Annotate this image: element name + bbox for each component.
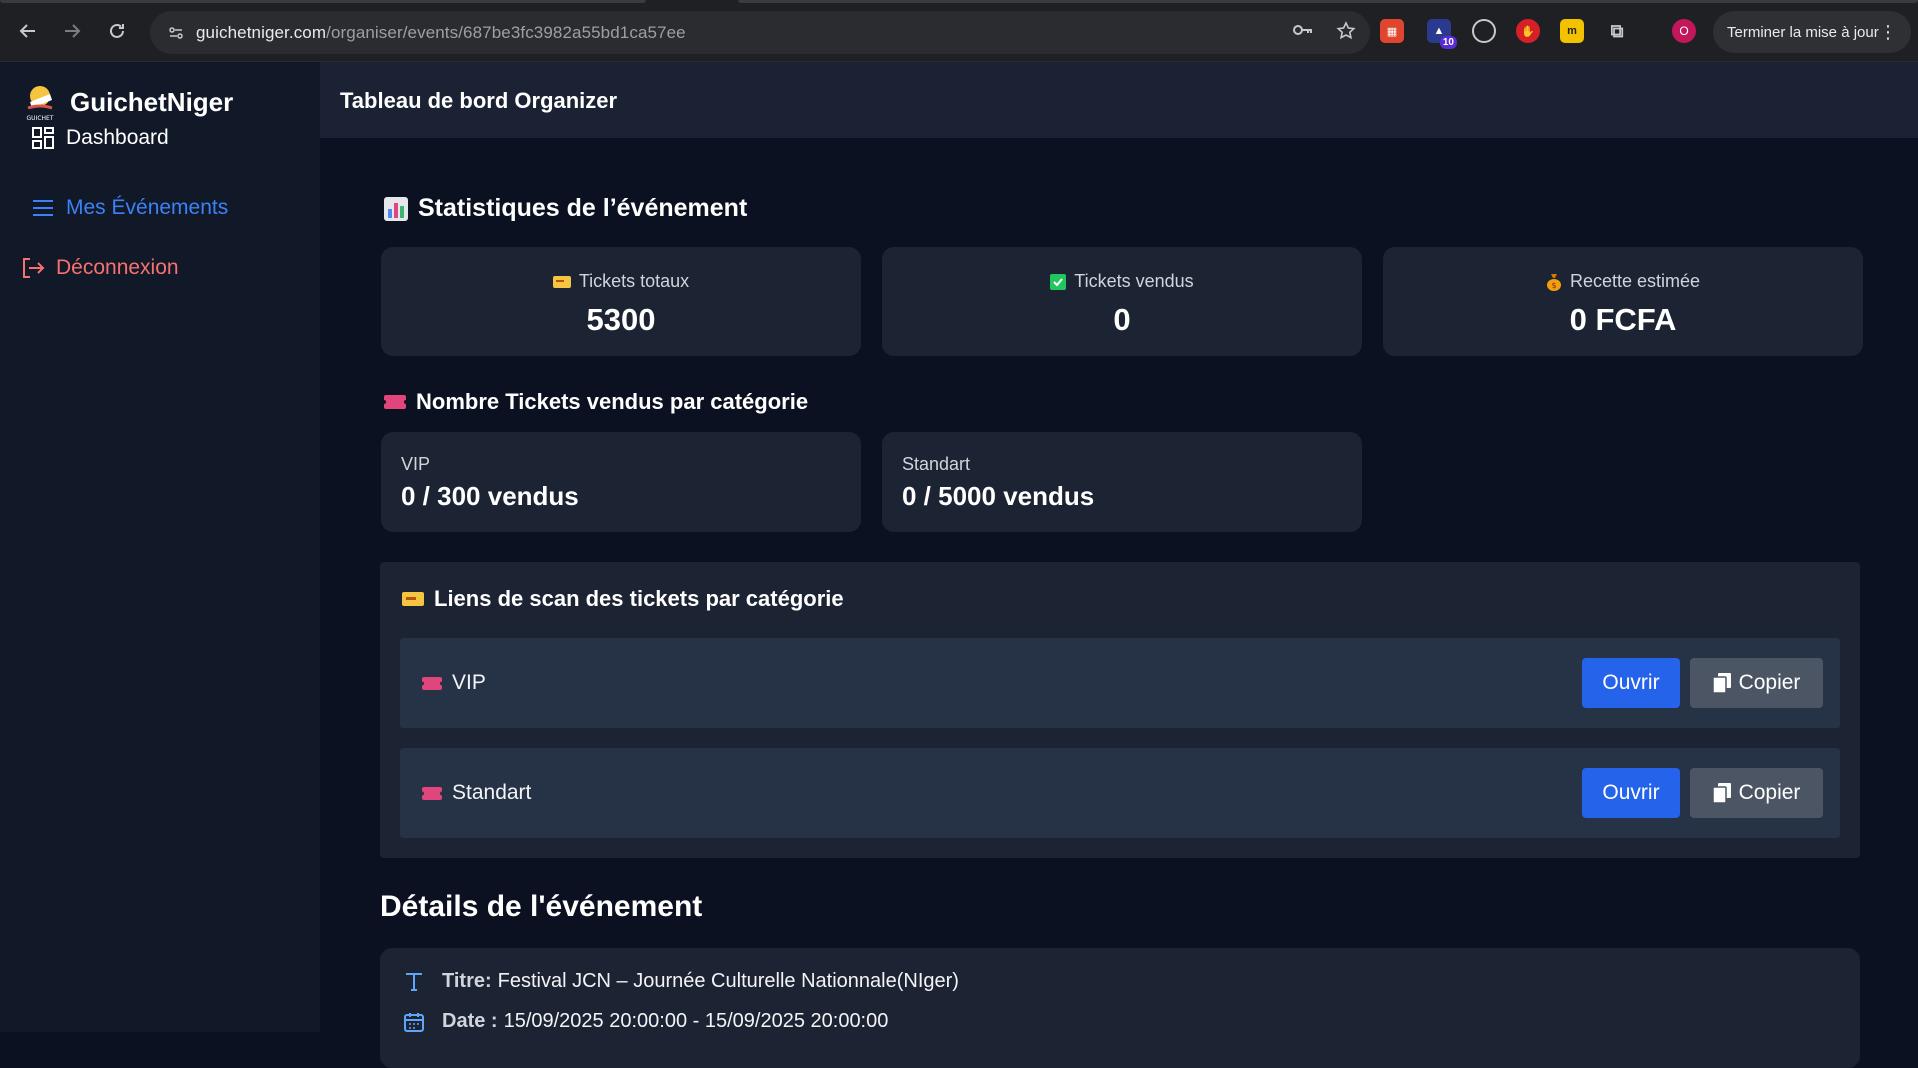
bar-chart-icon: [384, 196, 408, 221]
profile-avatar[interactable]: O: [1672, 19, 1696, 43]
sidebar-item-label: Déconnexion: [56, 256, 179, 279]
extension-target-icon[interactable]: [1472, 19, 1496, 43]
scan-link-label: VIP: [452, 671, 486, 694]
category-name: Standart: [902, 454, 971, 474]
detail-value: 15/09/2025 20:00:00 - 15/09/2025 20:00:0…: [503, 1010, 889, 1032]
category-sold-value: 0 / 5000 vendus: [902, 481, 1095, 511]
scan-links-panel: Liens de scan des tickets par catégorie …: [380, 562, 1860, 858]
sidebar-item-label: Mes Événements: [66, 196, 229, 219]
scan-link-name: VIP: [422, 671, 486, 695]
update-label: Terminer la mise à jour: [1727, 23, 1879, 41]
main-content: Statistiques de l’événement Tickets tota…: [320, 138, 1918, 1068]
copy-link-button[interactable]: Copier: [1690, 658, 1823, 708]
detail-row-title: Titre: Festival JCN – Journée Culturelle…: [402, 970, 959, 993]
sidebar-item-dashboard[interactable]: Dashboard: [30, 125, 169, 151]
scan-link-label: Standart: [452, 781, 532, 804]
stat-card-recette: $ Recette estimée 0 FCFA: [1383, 247, 1863, 356]
detail-row-date: Date : 15/09/2025 20:00:00 - 15/09/2025 …: [402, 1010, 888, 1033]
forward-icon[interactable]: [58, 17, 86, 45]
brand-logo: GUICHET: [22, 82, 58, 122]
copy-label: Copier: [1738, 781, 1801, 804]
categories-title-text: Nombre Tickets vendus par catégorie: [416, 389, 809, 414]
password-key-icon[interactable]: [1292, 21, 1314, 46]
ticket-emoji-icon: [402, 592, 424, 606]
detail-label: Date :: [442, 1010, 498, 1032]
scan-link-row-standart: Standart Ouvrir Copier: [400, 748, 1840, 838]
stat-value: 0 FCFA: [1569, 302, 1677, 337]
bookmark-star-icon[interactable]: [1336, 21, 1356, 46]
browser-tab[interactable]: [738, 0, 1918, 3]
calendar-icon: [402, 1012, 426, 1032]
ticket-icon: [422, 786, 442, 800]
open-link-button[interactable]: Ouvrir: [1582, 658, 1680, 708]
extension-calendar-icon[interactable]: ▦: [1380, 19, 1404, 43]
scan-link-row-vip: VIP Ouvrir Copier: [400, 638, 1840, 728]
categories-section-title: Nombre Tickets vendus par catégorie: [384, 389, 808, 415]
text-type-icon: [402, 972, 426, 992]
stat-label: Tickets vendus: [1074, 271, 1194, 291]
reload-icon[interactable]: [103, 17, 131, 45]
detail-value: Festival JCN – Journée Culturelle Nation…: [497, 970, 959, 992]
svg-text:GUICHET: GUICHET: [27, 115, 54, 122]
stats-section-title: Statistiques de l’événement: [384, 194, 747, 223]
scan-links-title-text: Liens de scan des tickets par catégorie: [434, 586, 844, 611]
stat-card-tickets-totaux: Tickets totaux 5300: [381, 247, 861, 356]
stat-label: Recette estimée: [1569, 271, 1701, 291]
copy-icon: [1712, 783, 1731, 803]
extensions-puzzle-icon[interactable]: ⧉: [1605, 19, 1629, 43]
ticket-emoji-icon: [552, 275, 571, 288]
top-header: Tableau de bord Organizer: [320, 62, 1918, 138]
brand[interactable]: GUICHET GuichetNiger: [22, 82, 233, 122]
copy-link-button[interactable]: Copier: [1690, 768, 1823, 818]
browser-menu-icon[interactable]: ⋮: [1879, 22, 1897, 43]
stat-value: 0: [1113, 302, 1131, 337]
sidebar-item-label: Dashboard: [66, 126, 169, 149]
menu-lines-icon: [30, 195, 56, 221]
detail-label: Titre:: [442, 970, 492, 992]
open-link-button[interactable]: Ouvrir: [1582, 768, 1680, 818]
back-icon[interactable]: [14, 17, 42, 45]
stat-card-tickets-vendus: Tickets vendus 0: [882, 247, 1362, 356]
page-title: Tableau de bord Organizer: [340, 88, 618, 113]
ticket-icon: [422, 676, 442, 690]
money-bag-icon: $: [1546, 273, 1562, 291]
dashboard-grid-icon: [30, 125, 56, 151]
sidebar-item-deconnexion[interactable]: Déconnexion: [20, 255, 179, 281]
browser-update-button[interactable]: Terminer la mise à jour ⋮: [1713, 11, 1911, 53]
stat-label: Tickets totaux: [578, 271, 690, 291]
extension-yellow-icon[interactable]: m: [1560, 19, 1584, 43]
browser-toolbar: guichetniger.com/organiser/events/687be3…: [0, 0, 1918, 62]
event-details-card: Titre: Festival JCN – Journée Culturelle…: [380, 948, 1860, 1068]
url-text: guichetniger.com/organiser/events/687be3…: [196, 22, 686, 42]
stats-title-text: Statistiques de l’événement: [418, 194, 748, 222]
extension-graduation-icon[interactable]: ▲ 10: [1427, 19, 1457, 49]
address-bar[interactable]: guichetniger.com/organiser/events/687be3…: [150, 11, 1370, 54]
extension-stop-hand-icon[interactable]: ✋: [1516, 19, 1540, 43]
site-settings-icon[interactable]: [156, 25, 196, 41]
browser-tab[interactable]: [0, 0, 646, 3]
logout-icon: [20, 255, 46, 281]
sidebar-item-mes-evenements[interactable]: Mes Événements: [30, 195, 228, 221]
sidebar: GUICHET GuichetNiger Dashboard Mes Événe…: [0, 62, 320, 1032]
svg-text:$: $: [1551, 281, 1556, 290]
category-name: VIP: [401, 454, 431, 474]
category-sold-value: 0 / 300 vendus: [401, 481, 579, 511]
details-section-title: Détails de l'événement: [380, 890, 703, 923]
scan-link-name: Standart: [422, 781, 531, 805]
check-box-icon: [1050, 273, 1067, 290]
copy-icon: [1712, 673, 1731, 693]
copy-label: Copier: [1738, 671, 1801, 694]
scan-links-title: Liens de scan des tickets par catégorie: [402, 586, 844, 612]
category-card-vip: VIP 0 / 300 vendus: [381, 432, 861, 532]
category-card-standart: Standart 0 / 5000 vendus: [882, 432, 1362, 532]
ticket-icon: [384, 395, 406, 409]
brand-name: GuichetNiger: [70, 86, 234, 117]
stat-value: 5300: [586, 302, 656, 337]
